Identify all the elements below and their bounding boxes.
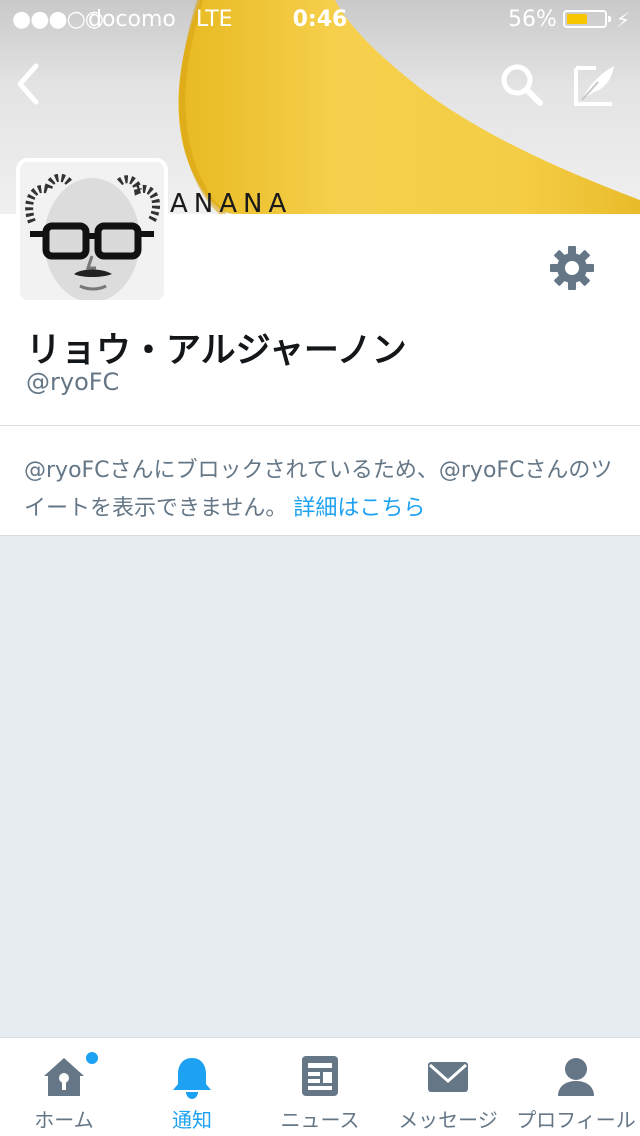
- gear-icon: [550, 246, 594, 290]
- battery-fill: [567, 14, 587, 24]
- tab-news[interactable]: ニュース: [256, 1038, 384, 1136]
- notification-dot: [86, 1052, 98, 1064]
- tab-profile[interactable]: プロフィール: [512, 1038, 640, 1136]
- person-icon: [558, 1058, 594, 1096]
- news-icon: [302, 1056, 338, 1096]
- divider: [0, 535, 640, 536]
- avatar-image: [20, 162, 164, 300]
- tab-label: 通知: [172, 1108, 212, 1132]
- banner-text: ANANA: [170, 189, 292, 214]
- battery-icon: [563, 10, 611, 28]
- tab-bar: ホーム 通知 ニュース メッセージ プロフィール: [0, 1037, 640, 1136]
- learn-more-link[interactable]: 詳細はこちら: [293, 496, 425, 521]
- bell-icon: [173, 1058, 211, 1099]
- tab-home[interactable]: ホーム: [0, 1038, 128, 1136]
- tab-label: メッセージ: [398, 1108, 498, 1132]
- search-button[interactable]: [494, 58, 550, 114]
- battery-percent: 56%: [508, 7, 557, 32]
- blocked-notice: @ryoFCさんにブロックされているため、@ryoFCさんのツイートを表示できま…: [0, 426, 640, 535]
- bolt-icon: ⚡: [616, 8, 631, 32]
- status-bar: ●●●○○ docomo LTE 0:46 56% ⚡: [0, 0, 640, 40]
- display-name: リョウ・アルジャーノン: [26, 331, 407, 371]
- tab-notifications[interactable]: 通知: [128, 1038, 256, 1136]
- tab-label: ニュース: [280, 1108, 360, 1132]
- chevron-left-icon: [17, 63, 39, 105]
- back-button[interactable]: [8, 58, 52, 110]
- compose-tweet-button[interactable]: [568, 58, 624, 114]
- settings-button[interactable]: [548, 244, 596, 292]
- envelope-icon: [428, 1062, 468, 1092]
- search-icon: [501, 64, 543, 106]
- avatar[interactable]: [16, 158, 168, 304]
- tab-messages[interactable]: メッセージ: [384, 1038, 512, 1136]
- home-icon: [44, 1058, 84, 1096]
- compose-tweet-icon: [574, 66, 614, 106]
- tab-label: ホーム: [34, 1108, 94, 1132]
- user-handle: @ryoFC: [26, 368, 120, 396]
- tab-label: プロフィール: [516, 1108, 636, 1132]
- blocked-notice-text: @ryoFCさんにブロックされているため、@ryoFCさんのツイートを表示できま…: [24, 452, 620, 528]
